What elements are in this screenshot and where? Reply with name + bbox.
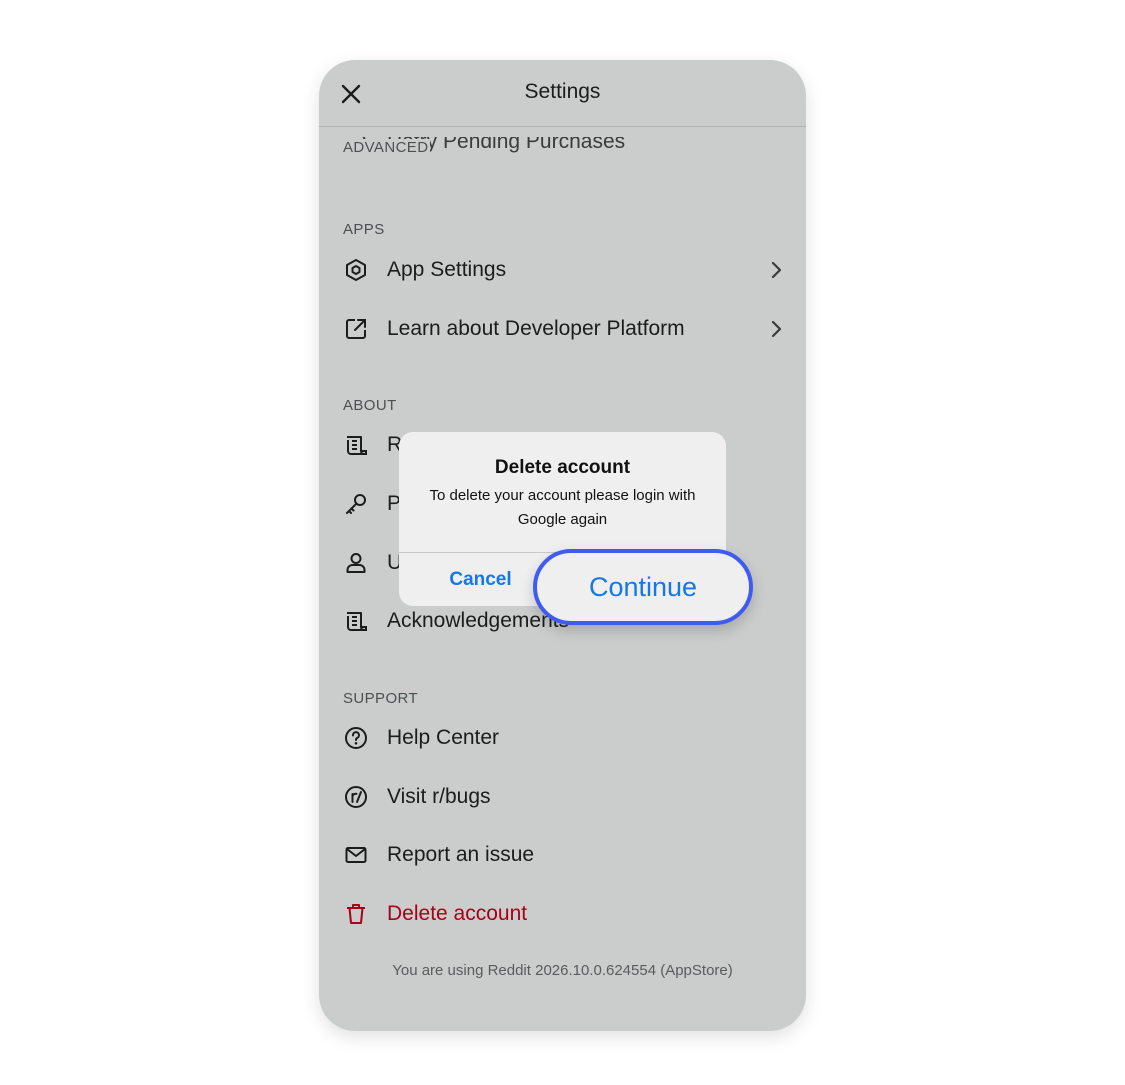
section-apps: APPS xyxy=(343,221,385,238)
dialog-message: To delete your account please login with… xyxy=(429,487,696,528)
mail-icon xyxy=(343,842,369,868)
dialog-title: Delete account xyxy=(494,457,631,478)
app-settings-label: App Settings xyxy=(387,258,507,281)
continue-button[interactable]: Continue xyxy=(533,549,753,625)
app-settings-row[interactable]: App Settings xyxy=(343,250,783,290)
top-bar: Settings xyxy=(319,60,806,127)
report-issue-label: Report an issue xyxy=(387,843,535,866)
help-icon xyxy=(343,725,369,751)
delete-account-row[interactable]: Delete account xyxy=(343,894,783,934)
scroll-icon xyxy=(343,608,369,634)
section-support: SUPPORT xyxy=(343,690,419,707)
report-issue-row[interactable]: Report an issue xyxy=(343,835,783,875)
section-about: ABOUT xyxy=(343,397,397,414)
chevron-right-icon xyxy=(771,320,782,338)
person-icon xyxy=(343,550,369,576)
help-center-label: Help Center xyxy=(387,726,500,749)
delete-account-label: Delete account xyxy=(387,902,528,925)
external-link-icon xyxy=(343,316,369,342)
hexagon-icon xyxy=(343,257,369,283)
key-icon xyxy=(343,491,369,517)
page-title: Settings xyxy=(524,80,601,103)
help-center-row[interactable]: Help Center xyxy=(343,718,783,758)
section-advanced: ADVANCED xyxy=(343,139,431,156)
developer-platform-label: Learn about Developer Platform xyxy=(387,317,685,340)
chevron-right-icon xyxy=(771,261,782,279)
visit-bugs-label: Visit r/bugs xyxy=(387,785,491,808)
scroll-icon xyxy=(343,432,369,458)
reddit-r-icon xyxy=(343,784,369,810)
trash-icon xyxy=(343,901,369,927)
visit-bugs-row[interactable]: Visit r/bugs xyxy=(343,777,783,817)
developer-platform-row[interactable]: Learn about Developer Platform xyxy=(343,309,783,349)
version-text: You are using Reddit 2026.10.0.624554 (A… xyxy=(392,962,733,979)
acknowledgements-label: Acknowledgements xyxy=(387,609,570,632)
